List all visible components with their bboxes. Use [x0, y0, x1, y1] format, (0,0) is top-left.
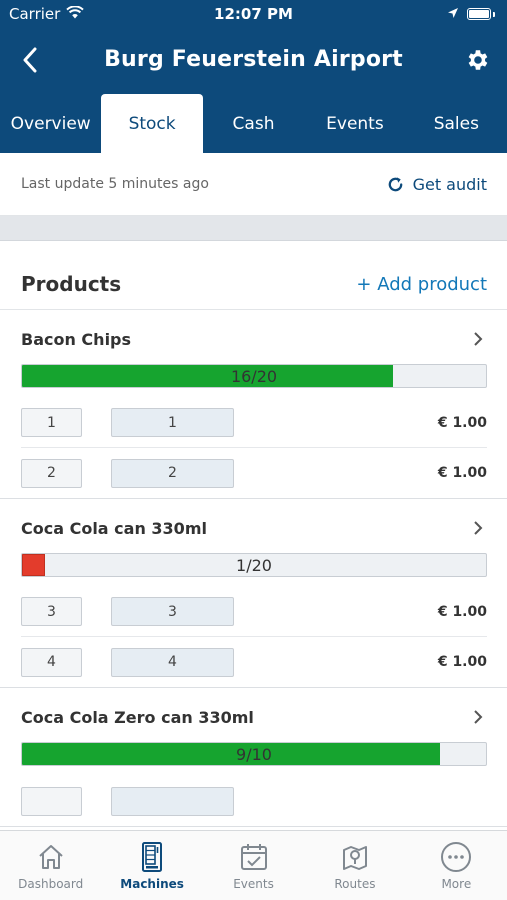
- tab-cash[interactable]: Cash: [203, 94, 304, 153]
- product-header[interactable]: Bacon Chips: [21, 310, 487, 368]
- stock-progress-bar: 9/10: [21, 742, 487, 766]
- bottom-tab-events-label: Events: [233, 877, 274, 891]
- tab-cash-label: Cash: [232, 113, 275, 134]
- slot-number-field[interactable]: 1: [21, 408, 82, 437]
- last-update-text: Last update 5 minutes ago: [21, 176, 209, 192]
- nav-bar: Burg Feuerstein Airport: [0, 30, 507, 90]
- settings-button[interactable]: [461, 44, 493, 76]
- product-name: Bacon Chips: [21, 329, 132, 349]
- gear-icon: [468, 50, 488, 70]
- product-item: Coca Cola Zero can 330ml 9/10: [0, 688, 507, 827]
- slot-number-field[interactable]: 2: [21, 458, 82, 488]
- slot-row: 3 3 € 1.00: [21, 587, 487, 637]
- slot-quantity-field[interactable]: 2: [111, 458, 234, 488]
- slot-price: € 1.00: [437, 603, 487, 620]
- slot-number-field[interactable]: 4: [21, 647, 82, 677]
- vending-machine-icon: [136, 841, 168, 873]
- bottom-tab-dashboard-label: Dashboard: [18, 877, 84, 891]
- slot-row: 2 2 € 1.00: [21, 448, 487, 498]
- stock-progress-label: 1/20: [236, 555, 272, 575]
- chevron-right-icon: [469, 330, 487, 348]
- calendar-icon: [238, 841, 270, 873]
- slot-row: 1 1 € 1.00: [21, 398, 487, 448]
- tab-overview-label: Overview: [10, 113, 91, 134]
- chevron-right-icon: [469, 519, 487, 537]
- tab-stock-label: Stock: [128, 113, 176, 134]
- product-item: Bacon Chips 16/20 1 1 € 1.00 2 2 € 1.00: [0, 310, 507, 499]
- chevron-right-icon: [469, 708, 487, 726]
- header: Carrier 12:07 PM Burg Feuerstein Airport: [0, 0, 507, 153]
- stock-progress-bar: 16/20: [21, 364, 487, 388]
- battery-icon: [467, 8, 491, 20]
- page-title: Burg Feuerstein Airport: [104, 47, 403, 72]
- battery-tip: [493, 11, 495, 17]
- app-root: Carrier 12:07 PM Burg Feuerstein Airport: [0, 0, 507, 900]
- bottom-tab-more-label: More: [441, 877, 472, 891]
- tab-sales-label: Sales: [433, 113, 479, 134]
- house-icon: [35, 841, 67, 873]
- bottom-tab-more[interactable]: More: [406, 831, 507, 900]
- bottom-tab-dashboard[interactable]: Dashboard: [0, 831, 101, 900]
- slot-number-field[interactable]: 3: [21, 597, 82, 626]
- slot-quantity-field[interactable]: 1: [111, 408, 234, 437]
- content: Last update 5 minutes ago Get audit Prod…: [0, 153, 507, 830]
- slot-quantity-field[interactable]: [111, 786, 234, 816]
- slot-row: [21, 776, 487, 826]
- status-time: 12:07 PM: [214, 5, 293, 23]
- get-audit-button[interactable]: Get audit: [386, 175, 487, 194]
- product-name: Coca Cola can 330ml: [21, 518, 207, 538]
- stock-progress-label: 9/10: [236, 744, 272, 764]
- add-product-button[interactable]: + Add product: [356, 274, 487, 295]
- tab-events[interactable]: Events: [304, 94, 405, 153]
- bottom-tab-routes[interactable]: Routes: [304, 831, 405, 900]
- products-header: Products + Add product: [0, 259, 507, 310]
- bottom-tab-bar: Dashboard Machines Events Routes More: [0, 830, 507, 900]
- tab-sales[interactable]: Sales: [406, 94, 507, 153]
- spacer: [0, 241, 507, 259]
- bottom-tab-machines-label: Machines: [120, 877, 184, 891]
- update-row: Last update 5 minutes ago Get audit: [0, 153, 507, 216]
- bottom-tab-events[interactable]: Events: [203, 831, 304, 900]
- location-arrow-icon: [447, 5, 459, 23]
- get-audit-label: Get audit: [412, 174, 487, 194]
- product-header[interactable]: Coca Cola Zero can 330ml: [21, 688, 487, 746]
- separator-band: [0, 216, 507, 241]
- status-right: [447, 5, 495, 23]
- bottom-tab-routes-label: Routes: [334, 877, 376, 891]
- slot-price: € 1.00: [437, 414, 487, 431]
- tab-stock[interactable]: Stock: [101, 94, 203, 153]
- stock-progress-bar: 1/20: [21, 553, 487, 577]
- stock-progress-label: 16/20: [230, 366, 278, 386]
- slot-row: 4 4 € 1.00: [21, 637, 487, 687]
- products-title: Products: [21, 272, 122, 296]
- slot-quantity-field[interactable]: 3: [111, 597, 234, 626]
- product-header[interactable]: Coca Cola can 330ml: [21, 499, 487, 557]
- slot-price: € 1.00: [437, 654, 487, 670]
- tab-events-label: Events: [326, 113, 384, 134]
- product-list: Bacon Chips 16/20 1 1 € 1.00 2 2 € 1.00: [0, 310, 507, 827]
- slot-quantity-field[interactable]: 4: [111, 647, 234, 677]
- slot-number-field[interactable]: [21, 786, 82, 816]
- more-dots-icon: [440, 841, 472, 873]
- map-pin-icon: [339, 841, 371, 873]
- refresh-icon: [388, 176, 402, 191]
- product-name: Coca Cola Zero can 330ml: [21, 707, 254, 727]
- status-bar: Carrier 12:07 PM: [0, 0, 507, 28]
- top-tabs: Overview Stock Cash Events Sales: [0, 94, 507, 153]
- tab-overview[interactable]: Overview: [0, 94, 101, 153]
- bottom-tab-machines[interactable]: Machines: [101, 831, 202, 900]
- slot-price: € 1.00: [437, 465, 487, 481]
- product-item: Coca Cola can 330ml 1/20 3 3 € 1.00 4 4 …: [0, 499, 507, 688]
